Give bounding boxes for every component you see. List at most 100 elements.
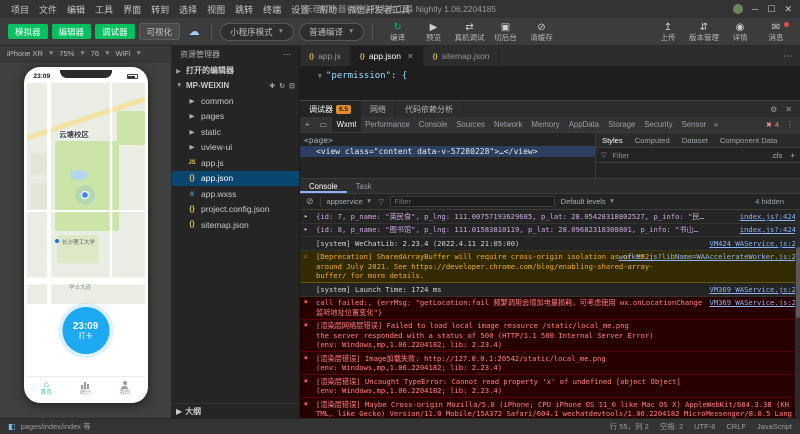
fold-icon[interactable]: ▼ — [300, 72, 326, 80]
styles-tab[interactable]: Dataset — [676, 136, 714, 145]
menu-item[interactable]: 界面 — [118, 3, 146, 16]
panel-tab[interactable]: Sensor — [677, 117, 711, 132]
toolbar-action-device[interactable]: ⇄真机调试 — [453, 22, 485, 42]
toolbar-action-cache[interactable]: ⊘清缓存 — [525, 22, 557, 42]
editor-tab[interactable]: {}app.json✕ — [351, 46, 424, 66]
collapse-all-icon[interactable]: ⊟ — [289, 82, 295, 90]
devtools-tab[interactable]: 网络 — [361, 101, 396, 117]
inspect-icon[interactable]: ⌖ — [300, 120, 315, 130]
minimize-button[interactable]: ─ — [752, 4, 758, 14]
panel-tab[interactable]: Console — [414, 117, 452, 132]
caret-icon[interactable]: ▸ — [304, 225, 308, 235]
toolbar-action-upload[interactable]: ↥上传 — [652, 22, 684, 42]
compile-mode-select[interactable]: 普通编译 ▼ — [299, 23, 364, 41]
close-icon[interactable]: ✕ — [785, 105, 792, 114]
panel-tab[interactable]: Wxml — [332, 117, 361, 132]
panel-tab[interactable]: Sources — [452, 117, 490, 132]
file-item[interactable]: {}project.config.json — [172, 202, 299, 218]
console-source-link[interactable]: VM369 WAService.js:2 — [709, 285, 796, 295]
cloud-dev-icon[interactable]: ☁ — [185, 24, 203, 40]
toolbar-action-version[interactable]: ⇵版本管理 — [688, 22, 720, 42]
panel-tab[interactable]: Storage — [604, 117, 640, 132]
menu-item[interactable]: 视图 — [202, 3, 230, 16]
statusbar-item[interactable]: 空格: 2 — [660, 421, 683, 432]
file-item[interactable]: ▶pages — [172, 109, 299, 125]
menu-item[interactable]: 项目 — [6, 3, 34, 16]
menu-item[interactable]: 终端 — [258, 3, 286, 16]
zoom-select[interactable]: 75% — [59, 49, 74, 58]
chevron-overflow-icon[interactable]: » — [711, 120, 721, 129]
close-button[interactable]: ✕ — [784, 4, 792, 15]
dpi-select[interactable]: 76 — [91, 49, 99, 58]
console-log[interactable]: ▸{id: 7, p_name: "英民食", p_lng: 111.00757… — [300, 210, 800, 418]
map-view[interactable]: 云塘校区 长沙理工大学 学士大道 — [27, 83, 145, 304]
devtools-tab[interactable]: 调试器6.5 — [300, 101, 361, 117]
menu-item[interactable]: 文件 — [34, 3, 62, 16]
more-icon[interactable]: ⋯ — [775, 46, 800, 66]
clear-console-icon[interactable]: ⊘ — [306, 196, 314, 207]
code-editor[interactable]: ▼ "permission": { — [300, 66, 800, 100]
file-item[interactable]: {}app.json — [172, 171, 299, 187]
toolbar-action-compile[interactable]: ↻编译 — [381, 22, 413, 42]
menu-item[interactable]: 跳转 — [230, 3, 258, 16]
mode-select[interactable]: 小程序模式 ▼ — [220, 23, 294, 41]
network-select[interactable]: WiFi — [116, 49, 131, 58]
toolbar-action-background[interactable]: ▣切后台 — [489, 22, 521, 42]
menu-item[interactable]: 选择 — [174, 3, 202, 16]
statusbar-item[interactable]: CRLF — [726, 422, 746, 431]
file-item[interactable]: ▶static — [172, 124, 299, 140]
console-scrollbar[interactable] — [795, 210, 800, 418]
outline-section[interactable]: ▶ 大纲 — [172, 403, 299, 418]
phone-tab-home[interactable]: ⌂首页 — [27, 377, 66, 400]
device-toggle-icon[interactable]: ▭ — [315, 120, 333, 129]
device-select[interactable]: iPhone XR — [7, 49, 43, 58]
menu-item[interactable]: 编辑 — [62, 3, 90, 16]
preview-icon[interactable]: ◧ — [8, 422, 16, 431]
file-item[interactable]: JSapp.js — [172, 155, 299, 171]
phone-tab-stats[interactable]: 统计 — [66, 377, 105, 400]
styles-tab[interactable]: Component Data — [714, 136, 783, 145]
console-filter-input[interactable] — [390, 196, 555, 207]
menu-item[interactable]: 转到 — [146, 3, 174, 16]
statusbar-item[interactable]: UTF-8 — [694, 422, 715, 431]
close-icon[interactable]: ✕ — [407, 52, 414, 61]
toolbar-toggle-button[interactable]: 可视化 — [139, 23, 181, 40]
file-item[interactable]: ▶common — [172, 93, 299, 109]
new-file-icon[interactable]: ✚ — [269, 82, 275, 90]
menu-item[interactable]: 工具 — [90, 3, 118, 16]
wxml-node[interactable]: <view class="content data-v-57280228">…<… — [300, 146, 595, 157]
panel-tab[interactable]: AppData — [564, 117, 603, 132]
avatar[interactable] — [733, 4, 743, 14]
wxml-node[interactable]: <page> — [300, 135, 595, 146]
styles-tab[interactable]: Computed — [629, 136, 676, 145]
panel-tab[interactable]: Performance — [361, 117, 415, 132]
more-icon[interactable]: ⋯ — [283, 50, 291, 59]
error-counter[interactable]: ✖ 4 ⋮ — [766, 120, 800, 129]
caret-icon[interactable]: ▸ — [304, 212, 308, 222]
phone-tab-user[interactable]: 我的 — [105, 377, 144, 400]
toolbar-action-message[interactable]: ✉消息 — [760, 22, 792, 42]
console-source-link[interactable]: VM424 WAService.js:2 — [709, 239, 796, 249]
toolbar-action-details[interactable]: ◉详情 — [724, 22, 756, 42]
statusbar-item[interactable]: JavaScript — [757, 422, 792, 431]
hidden-messages-count[interactable]: 4 hidden — [755, 197, 794, 206]
kebab-menu-icon[interactable]: ⋮ — [782, 120, 794, 129]
file-item[interactable]: #app.wxss — [172, 186, 299, 202]
panel-tab[interactable]: Security — [640, 117, 677, 132]
project-root[interactable]: ▼ MP-WEIXIN ✚ ↻ ⊟ — [172, 78, 299, 93]
maximize-button[interactable]: ☐ — [767, 4, 775, 15]
gear-icon[interactable]: ⚙ — [770, 105, 777, 114]
cls-button[interactable]: .cls — [771, 151, 782, 160]
console-tab[interactable]: Task — [347, 179, 381, 193]
console-source-link[interactable]: index.js?:424 — [740, 225, 796, 235]
statusbar-path[interactable]: pages/index/index 等 — [21, 421, 91, 432]
console-tab[interactable]: Console — [300, 179, 347, 193]
console-source-link[interactable]: VM369 WAService.js:2 — [709, 298, 796, 308]
scrollbar-thumb[interactable] — [796, 247, 800, 318]
styles-filter-input[interactable] — [610, 150, 767, 161]
toolbar-toggle-button[interactable]: 模拟器 — [8, 24, 48, 39]
console-source-link[interactable]: index.js?:424 — [740, 212, 796, 222]
log-levels-select[interactable]: Default levels ▼ — [561, 197, 615, 206]
open-editors-section[interactable]: ▶ 打开的编辑器 — [172, 63, 299, 78]
add-style-icon[interactable]: + — [786, 151, 795, 160]
